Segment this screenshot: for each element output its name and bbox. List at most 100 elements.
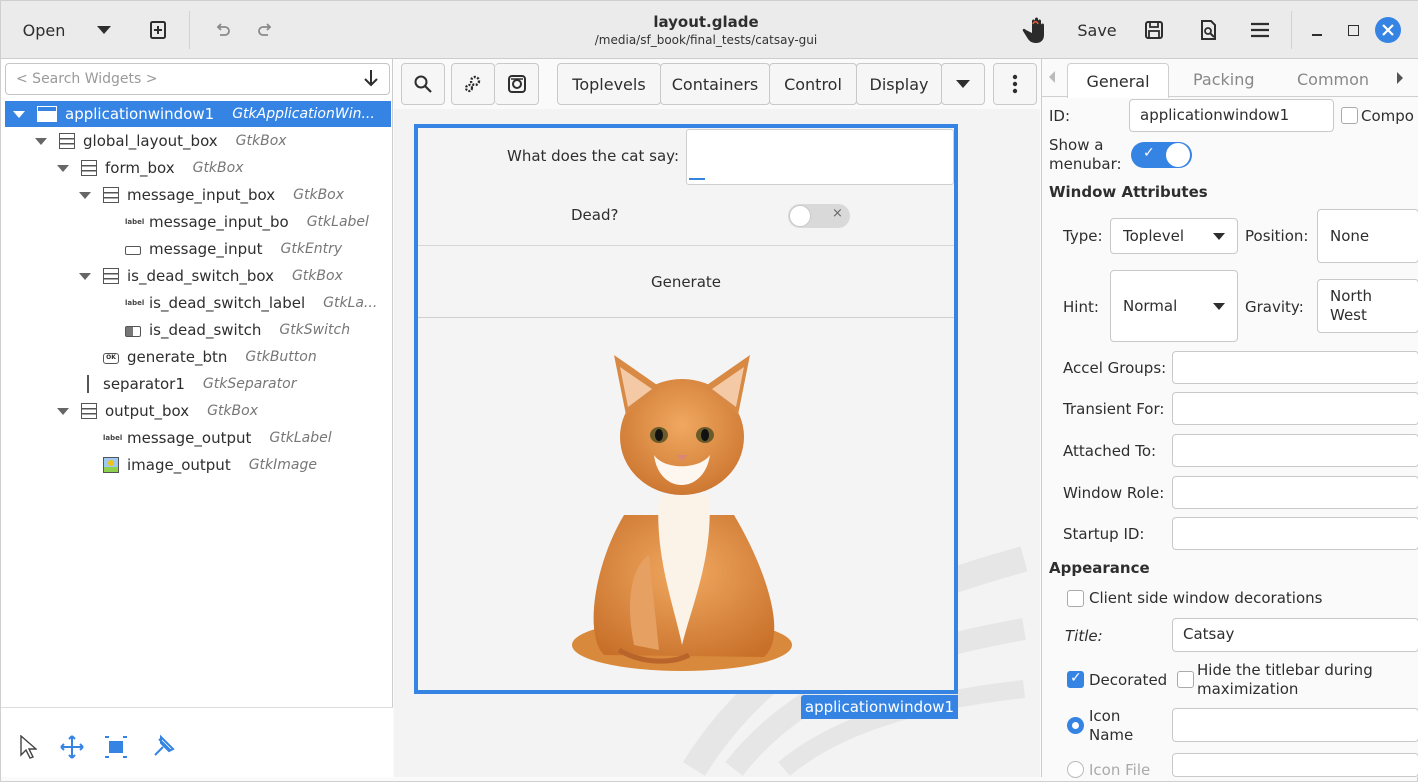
window-role-label: Window Role: [1063,484,1165,502]
tree-row[interactable]: is_dead_switch GtkSwitch [5,317,391,343]
tree-row[interactable]: label message_output GtkLabel [5,425,391,451]
custom-widgets-button[interactable] [451,63,495,105]
save-button[interactable]: Save [1071,13,1123,47]
align-tool-button[interactable] [149,733,177,765]
tab-common[interactable]: Common [1297,70,1369,89]
search-widgets-input[interactable]: < Search Widgets > [5,63,390,95]
startup-id-label: Startup ID: [1063,525,1145,543]
expander-arrow-icon[interactable] [79,272,91,280]
transient-for-field[interactable] [1172,392,1418,425]
tree-row[interactable]: message_input GtkEntry [5,236,391,262]
tabs-scroll-right-button[interactable] [1397,72,1403,84]
tree-row[interactable]: OK generate_btn GtkButton [5,344,391,370]
tree-row-type: GtkLabel [269,430,332,446]
palette-tab-control[interactable]: Control [769,63,857,105]
preview-button[interactable] [1191,13,1225,47]
inspector-button[interactable] [1015,13,1051,47]
maximize-button[interactable] [1339,15,1367,45]
title-field[interactable]: Catsay [1172,618,1418,652]
switch-knob [789,205,811,227]
tree-row[interactable]: output_box GtkBox [5,398,391,424]
expander-arrow-icon[interactable] [57,407,69,415]
palette-search-button[interactable] [401,63,445,105]
tree-row[interactable]: applicationwindow1 GtkApplicationWin... [5,101,391,127]
undo-icon [216,23,230,36]
tree-row-name: message_input_bo [149,213,289,231]
expander-arrow-icon[interactable] [57,164,69,172]
composite-checkbox[interactable] [1341,107,1358,124]
close-icon [1382,24,1394,36]
palette-options-button[interactable] [993,63,1037,105]
image-output [418,319,954,690]
pointer-icon [20,734,38,759]
switch-off-icon: × [832,206,843,221]
position-combo[interactable]: None [1317,209,1418,263]
icon-name-field[interactable] [1172,708,1418,742]
type-combo[interactable]: Toplevel [1110,218,1238,254]
appearance-heading: Appearance [1049,559,1150,577]
client-side-decorations-checkbox[interactable] [1067,590,1084,607]
search-down-button[interactable] [363,69,383,89]
hide-titlebar-checkbox[interactable] [1177,671,1194,688]
palette-more-dropdown[interactable] [941,63,985,105]
expander-arrow-icon[interactable] [13,110,25,118]
margin-edit-tool-button[interactable] [103,735,129,763]
new-project-button[interactable] [141,13,175,47]
startup-id-field[interactable] [1172,517,1418,550]
hide-titlebar-label-line2: maximization [1197,680,1299,698]
redo-button[interactable] [249,13,283,47]
box-icon [59,133,75,149]
gears-icon [464,75,481,93]
gravity-combo[interactable]: North West [1317,279,1418,333]
type-label: Type: [1063,227,1103,245]
chevron-right-icon [1397,72,1403,84]
expander-arrow-icon[interactable] [79,191,91,199]
undo-button[interactable] [205,13,239,47]
palette-tab-display[interactable]: Display [856,63,942,105]
label-icon: label [103,434,123,442]
tree-row[interactable]: label message_input_bo GtkLabel [5,209,391,235]
window-role-field[interactable] [1172,476,1418,509]
show-menubar-switch[interactable]: ✓ [1131,142,1192,168]
palette-tab-toplevels[interactable]: Toplevels [557,63,661,105]
tree-row[interactable]: label is_dead_switch_label GtkLa... [5,290,391,316]
position-label: Position: [1245,227,1309,245]
type-value: Toplevel [1123,227,1184,245]
tree-row[interactable]: message_input_box GtkBox [5,182,391,208]
icon-name-radio[interactable] [1067,717,1084,734]
main-menu-button[interactable] [1243,13,1277,47]
recent-dropdown-button[interactable] [87,13,121,47]
drag-resize-tool-button[interactable] [59,735,85,763]
icon-file-field[interactable] [1172,753,1418,777]
palette-tab-containers[interactable]: Containers [660,63,770,105]
tabs-scroll-left-button[interactable] [1049,71,1055,83]
tree-row[interactable]: form_box GtkBox [5,155,391,181]
expander-arrow-icon[interactable] [35,137,47,145]
tree-row[interactable]: is_dead_switch_box GtkBox [5,263,391,289]
chevron-down-icon [1213,302,1225,310]
tab-general[interactable]: General [1067,63,1169,98]
hint-combo[interactable]: Normal [1110,270,1238,342]
id-field[interactable]: applicationwindow1 [1129,99,1334,132]
tree-row[interactable]: image_output GtkImage [5,452,391,478]
open-button[interactable]: Open [11,13,77,47]
is-dead-switch[interactable]: × [788,204,850,228]
tab-packing[interactable]: Packing [1193,70,1255,89]
chevron-down-icon [956,80,970,88]
decorated-checkbox[interactable]: ✓ [1067,670,1084,688]
generate-button[interactable]: Generate [418,246,954,318]
more-vertical-icon [1012,74,1018,94]
accel-groups-field[interactable] [1172,351,1418,384]
icon-file-radio[interactable] [1067,761,1084,778]
libhandy-button[interactable] [495,63,539,105]
tree-row[interactable]: separator1 GtkSeparator [5,371,391,397]
message-input-entry[interactable] [686,129,954,185]
margins-icon [105,736,127,758]
tree-row[interactable]: global_layout_box GtkBox [5,128,391,154]
save-as-button[interactable] [1137,13,1171,47]
select-tool-button[interactable] [19,734,38,763]
attached-to-field[interactable] [1172,434,1418,467]
close-button[interactable] [1375,17,1401,43]
switch-icon [125,325,141,337]
minimize-button[interactable] [1303,15,1331,45]
